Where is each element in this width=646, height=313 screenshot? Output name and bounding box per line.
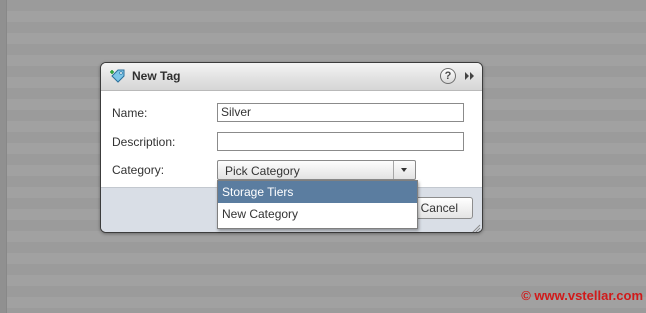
tag-icon xyxy=(109,67,127,85)
double-arrow-right-icon[interactable] xyxy=(463,69,477,83)
dialog-titlebar[interactable]: New Tag ? xyxy=(101,63,482,91)
category-dropdown-list: Storage Tiers New Category xyxy=(217,180,418,229)
category-select-toggle[interactable] xyxy=(393,161,415,179)
chevron-down-icon xyxy=(401,168,407,172)
cancel-button[interactable]: Cancel xyxy=(410,197,473,219)
description-input[interactable] xyxy=(217,132,464,151)
name-label: Name: xyxy=(112,106,148,120)
resize-grip-icon[interactable] xyxy=(471,221,481,232)
description-label: Description: xyxy=(112,135,176,149)
category-label: Category: xyxy=(112,163,165,177)
watermark-text: © www.vstellar.com xyxy=(521,288,643,303)
dropdown-option-storage-tiers[interactable]: Storage Tiers xyxy=(218,181,417,203)
category-select[interactable]: Pick Category xyxy=(217,160,416,180)
category-select-value: Pick Category xyxy=(225,164,300,178)
dropdown-option-new-category[interactable]: New Category xyxy=(218,203,417,225)
background-panel-edge xyxy=(0,0,7,313)
dialog-title: New Tag xyxy=(132,69,181,83)
help-icon[interactable]: ? xyxy=(440,68,456,84)
name-input[interactable]: Silver xyxy=(217,103,464,122)
